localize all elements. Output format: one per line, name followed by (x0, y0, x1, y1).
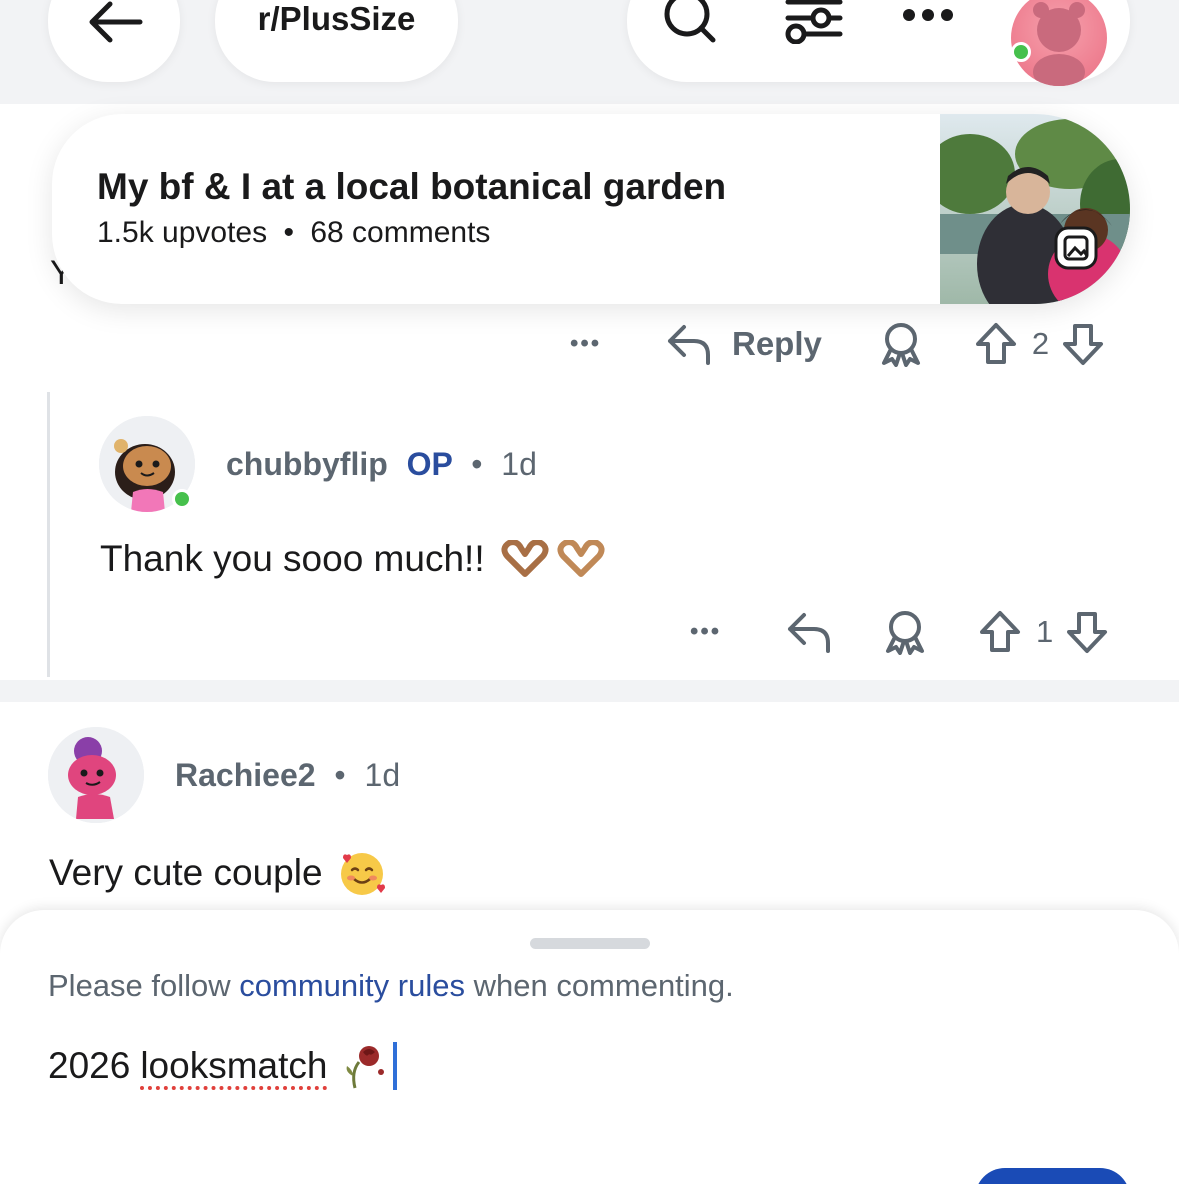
comment-author-line: chubbyflip OP • 1d (226, 446, 537, 483)
comment-text: Thank you sooo much!! (100, 538, 485, 579)
post-meta: 1.5k upvotes • 68 comments (97, 216, 490, 250)
rules-prefix: Please follow (48, 968, 231, 1003)
comment-author[interactable]: Rachiee2 (175, 757, 316, 793)
rules-suffix: when commenting. (473, 968, 734, 1003)
reply-icon[interactable] (786, 611, 832, 653)
downvote-icon[interactable] (1061, 322, 1105, 366)
meta-separator: • (334, 757, 346, 793)
back-button[interactable] (48, 0, 180, 82)
op-badge: OP (406, 446, 453, 482)
comment-age: 1d (364, 757, 401, 793)
reply-button[interactable]: Reply (666, 323, 822, 365)
parent-comment-actions: ••• Reply 2 (570, 318, 1105, 370)
downvote-icon[interactable] (1065, 610, 1109, 654)
more-options-button[interactable]: ••• (690, 618, 786, 646)
comment-body: Very cute couple (49, 848, 387, 898)
subreddit-pill[interactable]: r/PlusSize (215, 0, 458, 82)
comment-body: Thank you sooo much!! (100, 538, 605, 580)
post-thumbnail[interactable] (940, 114, 1130, 304)
thread-line[interactable] (47, 392, 50, 677)
draft-text: 2026 (48, 1045, 131, 1086)
more-options-button[interactable]: ••• (570, 330, 666, 358)
nav-actions-pill (627, 0, 1130, 86)
comment-divider (0, 680, 1179, 702)
meta-separator: • (283, 216, 294, 249)
upvote-icon[interactable] (978, 610, 1022, 654)
reply-comment-actions: ••• 1 (690, 606, 1109, 658)
online-status-dot (1011, 42, 1031, 62)
smiling-face-with-hearts-emoji-icon (340, 853, 385, 895)
comment-composer[interactable]: Please follow community rules when comme… (0, 910, 1179, 1184)
gallery-icon (1054, 226, 1098, 270)
back-arrow-icon (89, 1, 143, 43)
comment-author[interactable]: chubbyflip (226, 446, 388, 482)
community-rules-link[interactable]: community rules (239, 968, 465, 1003)
meta-separator: • (471, 446, 483, 482)
award-icon[interactable] (878, 321, 924, 367)
heart-hands-emoji-icon (557, 540, 605, 577)
wilted-flower-emoji-icon (347, 1046, 385, 1089)
post-comment-count: 68 comments (310, 216, 491, 249)
reply-icon (668, 325, 710, 365)
heart-hands-emoji-icon (501, 540, 549, 577)
top-nav-bar: r/PlusSize (0, 0, 1179, 104)
vote-count: 2 (1031, 326, 1050, 361)
subreddit-name[interactable]: r/PlusSize (258, 0, 416, 38)
post-comment-button[interactable] (975, 1168, 1130, 1184)
filter-icon[interactable] (784, 0, 844, 44)
post-title: My bf & I at a local botanical garden (97, 166, 727, 207)
online-status-dot (172, 489, 192, 509)
post-upvotes: 1.5k upvotes (97, 216, 268, 249)
comment-age: 1d (501, 446, 537, 482)
more-icon[interactable] (902, 8, 954, 22)
search-icon[interactable] (663, 0, 719, 44)
award-icon[interactable] (882, 609, 928, 655)
avatar[interactable] (48, 727, 144, 823)
post-banner[interactable]: My bf & I at a local botanical garden 1.… (52, 114, 1130, 304)
vote-count: 1 (1036, 614, 1054, 649)
comment-text: Very cute couple (49, 852, 323, 893)
rules-notice: Please follow community rules when comme… (48, 968, 734, 1004)
misspelled-word[interactable]: looksmatch (140, 1045, 327, 1087)
comment-author-line: Rachiee2 • 1d (175, 757, 400, 794)
upvote-icon[interactable] (974, 322, 1018, 366)
snoo-avatar-icon (48, 727, 144, 823)
comment-input[interactable]: 2026 looksmatch (48, 1042, 398, 1090)
reply-label: Reply (732, 325, 822, 362)
drag-handle[interactable] (530, 938, 650, 949)
text-cursor (393, 1042, 398, 1090)
